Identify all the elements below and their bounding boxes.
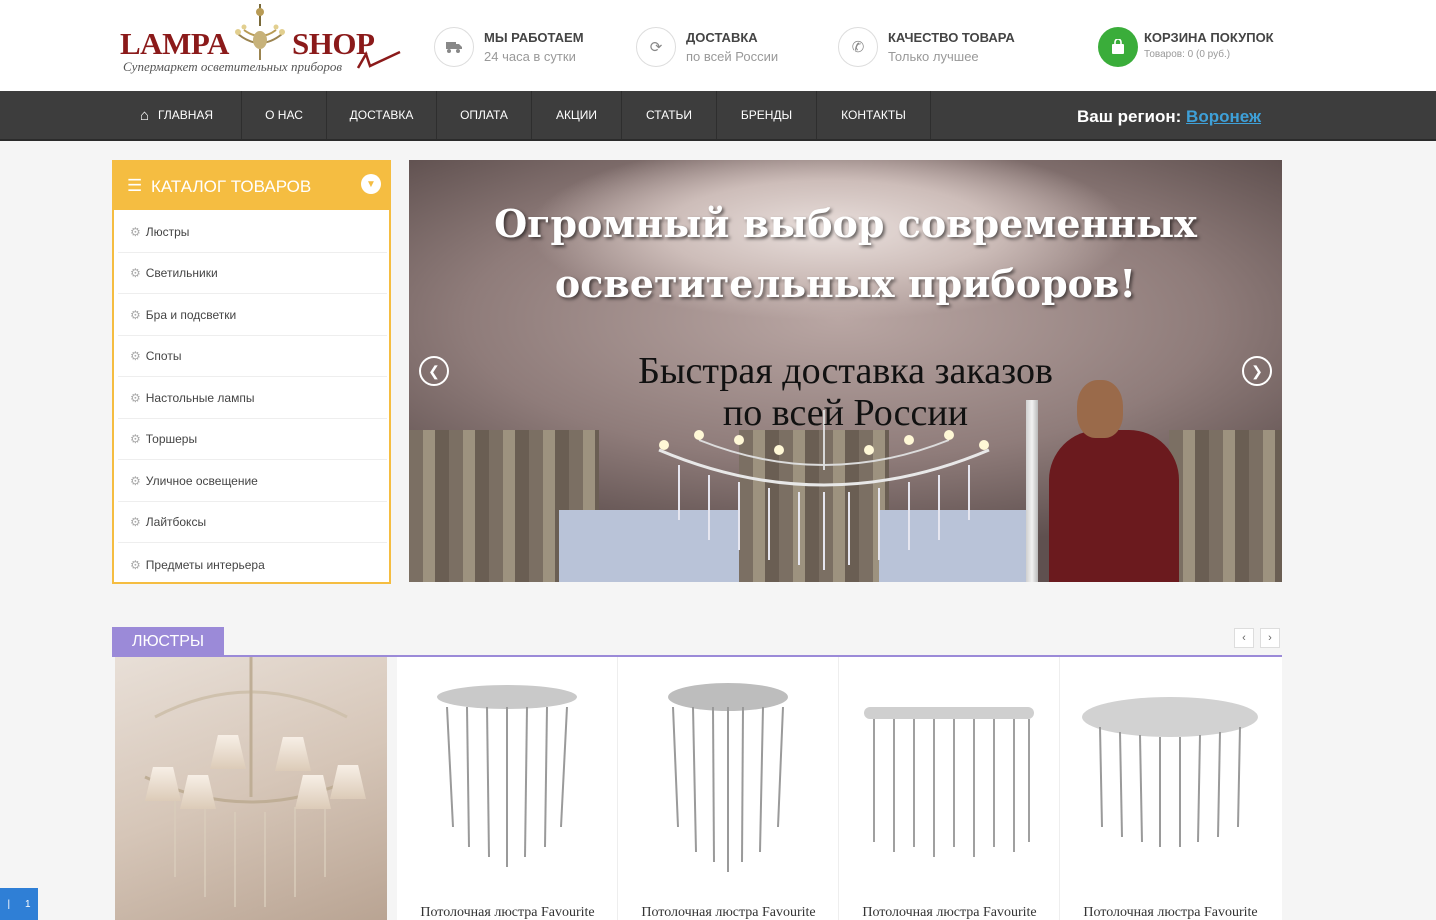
- menu-icon: ☰: [127, 176, 143, 195]
- feature-subtitle: 24 часа в сутки: [484, 49, 576, 64]
- catalog-item-label: Уличное освещение: [145, 474, 258, 488]
- feature-title: КАЧЕСТВО ТОВАРА: [888, 30, 1015, 45]
- chevron-down-icon[interactable]: ▼: [361, 174, 381, 194]
- section-title-tab[interactable]: ЛЮСТРЫ: [112, 627, 224, 657]
- gear-icon: ⚙: [130, 308, 141, 322]
- nav-item-promotions[interactable]: АКЦИИ: [532, 91, 622, 139]
- catalog-item-interior[interactable]: ⚙ Предметы интерьера: [118, 544, 387, 585]
- catalog-item-label: Бра и подсветки: [145, 308, 237, 322]
- product-name[interactable]: Потолочная люстра Favourite: [1060, 905, 1281, 920]
- slide-subtitle-line: Быстрая доставка заказов: [638, 350, 1053, 392]
- gear-icon: ⚙: [130, 432, 141, 446]
- logo-swoosh-icon: [356, 50, 401, 69]
- catalog-item-label: Светильники: [145, 266, 218, 280]
- site-header: LAMPA SHOP Супермаркет осветительных при…: [0, 0, 1436, 91]
- catalog-item-label: Предметы интерьера: [145, 557, 265, 572]
- catalog-item-chandeliers[interactable]: ⚙ Люстры: [118, 212, 387, 253]
- gear-icon: ⚙: [130, 515, 141, 529]
- hero-slider[interactable]: Огромный выбор современных осветительных…: [409, 160, 1282, 582]
- gear-icon: ⚙: [130, 266, 141, 280]
- nav-item-payment[interactable]: ОПЛАТА: [437, 91, 532, 139]
- product-image: [668, 683, 788, 872]
- category-banner-image[interactable]: [115, 657, 387, 920]
- gear-icon: ⚙: [130, 391, 141, 405]
- nav-item-brands[interactable]: БРЕНДЫ: [717, 91, 817, 139]
- nav-item-about[interactable]: О НАС: [242, 91, 327, 139]
- catalog-header[interactable]: ☰ КАТАЛОГ ТОВАРОВ ▼: [114, 162, 389, 210]
- cart-title: КОРЗИНА ПОКУПОК: [1144, 30, 1274, 45]
- chandelier-emblem-icon: [235, 4, 285, 60]
- feedback-widget[interactable]: | 1: [0, 888, 38, 920]
- chevron-left-icon[interactable]: ‹: [1234, 628, 1254, 648]
- gear-icon: ⚙: [130, 349, 141, 363]
- slide-curtain-right: [1169, 430, 1282, 582]
- feature-subtitle: Только лучшее: [888, 49, 979, 64]
- product-card[interactable]: Потолочная люстра Favourite: [839, 657, 1060, 920]
- feature-title: ДОСТАВКА: [686, 30, 758, 45]
- nav-item-home[interactable]: ⌂ ГЛАВНАЯ: [112, 91, 242, 139]
- product-card[interactable]: Потолочная люстра Favourite: [1060, 657, 1281, 920]
- product-catalog: ☰ КАТАЛОГ ТОВАРОВ ▼ ⚙ Люстры ⚙ Светильники…: [112, 160, 391, 584]
- catalog-item-label: Настольные лампы: [145, 391, 255, 405]
- nav-item-contacts[interactable]: КОНТАКТЫ: [817, 91, 931, 139]
- refresh-icon: ⟳: [636, 27, 676, 67]
- gear-icon: ⚙: [130, 557, 141, 572]
- nav-item-delivery[interactable]: ДОСТАВКА: [327, 91, 437, 139]
- home-icon: ⌂: [139, 106, 149, 124]
- catalog-item-lamps[interactable]: ⚙ Светильники: [118, 253, 387, 294]
- product-carousel: Потолочная люстра Favourite Потолочная л…: [397, 657, 1282, 920]
- truck-icon: [434, 27, 474, 67]
- logo-text-left: LAMPA: [120, 26, 229, 61]
- catalog-item-label: Люстры: [145, 225, 190, 239]
- widget-glyph: |: [7, 898, 11, 910]
- product-name[interactable]: Потолочная люстра Favourite: [839, 905, 1060, 920]
- catalog-item-sconces[interactable]: ⚙ Бра и подсветки: [118, 295, 387, 336]
- catalog-title: КАТАЛОГ ТОВАРОВ: [151, 177, 312, 196]
- slide-subtitle: Быстрая доставка заказов по всей России: [409, 350, 1282, 434]
- catalog-item-outdoor[interactable]: ⚙ Уличное освещение: [118, 461, 387, 502]
- region-selector: Ваш регион: Воронеж: [1077, 107, 1261, 127]
- cart-summary: Товаров: 0 (0 руб.): [1144, 49, 1231, 60]
- feature-subtitle: по всей России: [686, 49, 779, 64]
- catalog-item-lightboxes[interactable]: ⚙ Лайтбоксы: [118, 502, 387, 543]
- logo-tagline: Супермаркет осветительных приборов: [123, 59, 342, 74]
- catalog-item-table-lamps[interactable]: ⚙ Настольные лампы: [118, 378, 387, 419]
- catalog-item-floor-lamps[interactable]: ⚙ Торшеры: [118, 419, 387, 460]
- catalog-item-spots[interactable]: ⚙ Споты: [118, 336, 387, 377]
- slide-title: Огромный выбор современных осветительных…: [409, 194, 1282, 314]
- widget-count: 1: [24, 898, 31, 910]
- nav-item-articles[interactable]: СТАТЬИ: [622, 91, 717, 139]
- product-name[interactable]: Потолочная люстра Favourite: [618, 905, 839, 920]
- product-card[interactable]: Потолочная люстра Favourite: [618, 657, 839, 920]
- product-image: [864, 707, 1034, 857]
- product-name[interactable]: Потолочная люстра Favourite: [397, 905, 618, 920]
- product-card[interactable]: Потолочная люстра Favourite: [397, 657, 618, 920]
- gear-icon: ⚙: [130, 474, 141, 488]
- product-image: [437, 685, 577, 867]
- catalog-item-label: Торшеры: [145, 432, 198, 446]
- catalog-item-label: Лайтбоксы: [145, 515, 207, 529]
- slide-chandelier-image: [658, 410, 990, 570]
- region-label: Ваш регион:: [1077, 107, 1182, 126]
- catalog-item-label: Споты: [145, 349, 182, 363]
- gear-icon: ⚙: [130, 225, 141, 239]
- chevron-left-icon[interactable]: ❮: [419, 356, 449, 386]
- shopping-bag-icon: [1098, 27, 1138, 67]
- main-navigation: ⌂ ГЛАВНАЯ О НАС ДОСТАВКА ОПЛАТА АКЦИИ СТ…: [0, 91, 1436, 141]
- person-body: [1049, 430, 1179, 582]
- product-image: [1082, 697, 1258, 847]
- slide-title-line: осветительных приборов!: [554, 261, 1137, 306]
- phone-icon: ✆: [838, 27, 878, 67]
- chevron-right-icon[interactable]: ›: [1260, 628, 1280, 648]
- slide-subtitle-line: по всей России: [722, 392, 969, 434]
- slide-title-line: Огромный выбор современных: [494, 201, 1197, 246]
- nav-item-label: ГЛАВНАЯ: [158, 108, 214, 122]
- feature-title: МЫ РАБОТАЕМ: [484, 30, 584, 45]
- site-logo[interactable]: LAMPA SHOP Супермаркет осветительных при…: [118, 4, 403, 80]
- region-city-link[interactable]: Воронеж: [1186, 107, 1261, 126]
- chevron-right-icon[interactable]: ❯: [1242, 356, 1272, 386]
